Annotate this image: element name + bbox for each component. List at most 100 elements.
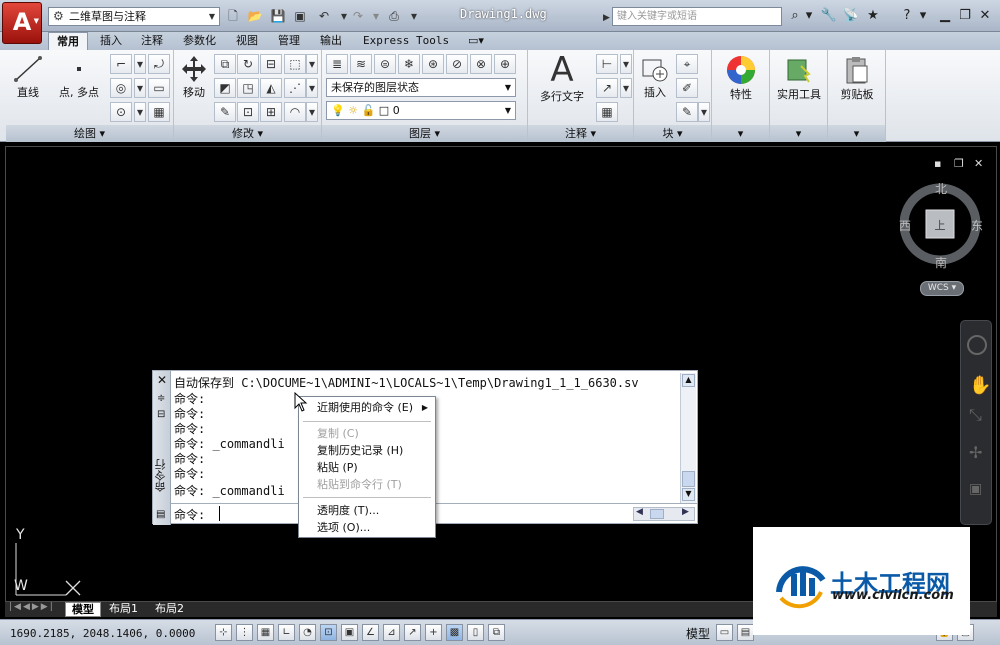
undo-icon[interactable]: ↶ xyxy=(316,8,332,24)
dynamic-input-icon[interactable]: ↗ xyxy=(404,624,421,641)
viewport-close-icon[interactable]: ✕ xyxy=(974,157,983,170)
redo-icon[interactable]: ↷ xyxy=(350,8,366,24)
command-history-scrollbar[interactable]: ▲ ▼ xyxy=(680,373,696,503)
scroll-up-icon[interactable]: ▲ xyxy=(682,374,695,387)
pan-hand-icon[interactable]: ✋ xyxy=(969,375,991,396)
command-horizontal-scrollbar[interactable]: ◀ ▶ xyxy=(633,507,695,521)
model-space-label[interactable]: 模型 xyxy=(686,625,710,642)
dynamic-ucs-icon[interactable]: ⊿ xyxy=(383,624,400,641)
layout-nav-arrows-icon[interactable]: |◀◀▶▶| xyxy=(9,602,55,612)
annotation-panel-title[interactable]: 注释 ▾ xyxy=(528,125,633,142)
save-icon[interactable]: 💾 xyxy=(270,8,286,24)
application-menu-button[interactable]: A ▼ xyxy=(2,2,42,44)
ortho-mode-icon[interactable]: ∟ xyxy=(278,624,295,641)
menu-item-copy[interactable]: 复制 (C) xyxy=(300,425,434,443)
quick-properties-icon[interactable]: ▯ xyxy=(467,624,484,641)
spline-icon[interactable]: ⤾ xyxy=(148,54,170,74)
layer-walk-icon[interactable]: ⊕ xyxy=(494,54,516,74)
tab-layout2[interactable]: 布局2 xyxy=(149,602,190,617)
compass-west[interactable]: 西 xyxy=(899,217,911,234)
tab-express-tools[interactable]: Express Tools xyxy=(355,32,457,50)
tab-annotate[interactable]: 注释 xyxy=(133,32,171,50)
layer-change-icon[interactable]: ⊘ xyxy=(446,54,468,74)
selection-cycling-icon[interactable]: ⧉ xyxy=(488,624,505,641)
mtext-button[interactable]: A 多行文字 xyxy=(532,52,592,104)
scroll-right-icon[interactable]: ▶ xyxy=(682,507,689,517)
tab-model[interactable]: 模型 xyxy=(65,602,101,617)
transparency-icon[interactable]: ▩ xyxy=(446,624,463,641)
menu-item-paste-to-command[interactable]: 粘贴到命令行 (T) xyxy=(300,476,434,494)
tab-manage[interactable]: 管理 xyxy=(270,32,308,50)
horizontal-scroll-thumb[interactable] xyxy=(650,509,664,519)
close-icon[interactable]: ✕ xyxy=(157,373,167,387)
dimension-dropdown-icon[interactable]: ▾ xyxy=(620,54,632,74)
communication-center-icon[interactable]: 📡 xyxy=(842,7,860,25)
layer-freeze-icon[interactable]: ❄ xyxy=(398,54,420,74)
properties-icon[interactable]: ≑ xyxy=(157,393,165,404)
trim-dropdown-icon[interactable]: ▾ xyxy=(306,54,318,74)
ellipse-icon[interactable]: ⊙ xyxy=(110,102,132,122)
explode-icon[interactable]: ⋰ xyxy=(284,78,306,98)
viewcube[interactable]: 上 北 南 西 东 xyxy=(899,180,990,275)
3d-object-snap-icon[interactable]: ▣ xyxy=(341,624,358,641)
wcs-dropdown[interactable]: WCS ▾ xyxy=(920,281,964,296)
compass-east[interactable]: 东 xyxy=(971,217,983,234)
menu-item-paste[interactable]: 粘贴 (P) xyxy=(300,459,434,477)
clipboard-button[interactable]: 剪贴板 xyxy=(830,54,884,102)
open-folder-icon[interactable]: 📂 xyxy=(247,8,263,24)
compass-north[interactable]: 北 xyxy=(935,180,947,197)
object-snap-icon[interactable]: ⊡ xyxy=(320,624,337,641)
scroll-down-icon[interactable]: ▼ xyxy=(682,488,695,501)
layer-match-icon[interactable]: ⊛ xyxy=(422,54,444,74)
polar-tracking-icon[interactable]: ◔ xyxy=(299,624,316,641)
tab-view[interactable]: 视图 xyxy=(228,32,266,50)
scroll-thumb[interactable] xyxy=(682,471,695,487)
hatch-icon[interactable]: ▦ xyxy=(148,102,170,122)
ellipse-dropdown-icon[interactable]: ▾ xyxy=(134,102,146,122)
utilities-panel-expand[interactable]: ▾ xyxy=(770,125,827,142)
layer-isolate-icon[interactable]: ⊜ xyxy=(374,54,396,74)
lineweight-icon[interactable]: + xyxy=(425,624,442,641)
infer-constraints-icon[interactable]: ⊹ xyxy=(215,624,232,641)
tab-home[interactable]: 常用 xyxy=(48,32,88,50)
erase-icon[interactable]: ⬚ xyxy=(284,54,306,74)
close-icon[interactable]: ✕ xyxy=(976,7,994,25)
quick-view-drawings-icon[interactable]: ▤ xyxy=(737,624,754,641)
layer-icon[interactable]: ≋ xyxy=(350,54,372,74)
create-block-icon[interactable]: ⌖ xyxy=(676,54,698,74)
showmotion-icon[interactable]: ▣ xyxy=(969,481,982,497)
point-button[interactable]: 点, 多点 xyxy=(50,54,108,100)
fillet-icon[interactable]: ◳ xyxy=(237,78,259,98)
trim-icon[interactable]: ⊟ xyxy=(260,54,282,74)
layers-panel-title[interactable]: 图层 ▾ xyxy=(322,125,527,142)
clipboard-panel-expand[interactable]: ▾ xyxy=(828,125,885,142)
save-as-icon[interactable]: ▣ xyxy=(292,8,308,24)
quick-view-layouts-icon[interactable]: ▭ xyxy=(716,624,733,641)
search-dropdown-icon[interactable]: ▾ xyxy=(800,7,818,25)
block-panel-title[interactable]: 块 ▾ xyxy=(634,125,711,142)
restore-icon[interactable]: ❐ xyxy=(956,7,974,25)
menu-item-options[interactable]: 选项 (O)... xyxy=(300,519,434,537)
linear-dimension-icon[interactable]: ⊢ xyxy=(596,54,618,74)
modify-panel-title[interactable]: 修改 ▾ xyxy=(174,125,321,142)
draw-panel-title[interactable]: 绘图 ▾ xyxy=(6,125,173,142)
scale-icon[interactable]: ⊡ xyxy=(237,102,259,122)
current-layer-dropdown[interactable]: 💡 ☼ 🔓 □ 0 ▼ xyxy=(326,101,516,120)
viewport-minimize-icon[interactable]: ▪ xyxy=(934,157,941,170)
leader-icon[interactable]: ↗ xyxy=(596,78,618,98)
object-snap-tracking-icon[interactable]: ∠ xyxy=(362,624,379,641)
move-button[interactable]: 移动 xyxy=(176,54,212,100)
stretch-icon[interactable]: ✎ xyxy=(214,102,236,122)
scroll-left-icon[interactable]: ◀ xyxy=(636,507,643,517)
rotate-icon[interactable]: ↻ xyxy=(237,54,259,74)
offset-icon[interactable]: ◠ xyxy=(284,102,306,122)
offset-dropdown-icon[interactable]: ▾ xyxy=(306,102,318,122)
polyline-icon[interactable]: ⌐ xyxy=(110,54,132,74)
layer-properties-icon[interactable]: ≣ xyxy=(326,54,348,74)
array-icon[interactable]: ⊞ xyxy=(260,102,282,122)
tab-layout1[interactable]: 布局1 xyxy=(103,602,144,617)
circle-icon[interactable]: ◎ xyxy=(110,78,132,98)
layer-lock-icon[interactable]: ⊗ xyxy=(470,54,492,74)
menu-item-copy-history[interactable]: 复制历史记录 (H) xyxy=(300,442,434,460)
properties-panel-expand[interactable]: ▾ xyxy=(712,125,769,142)
